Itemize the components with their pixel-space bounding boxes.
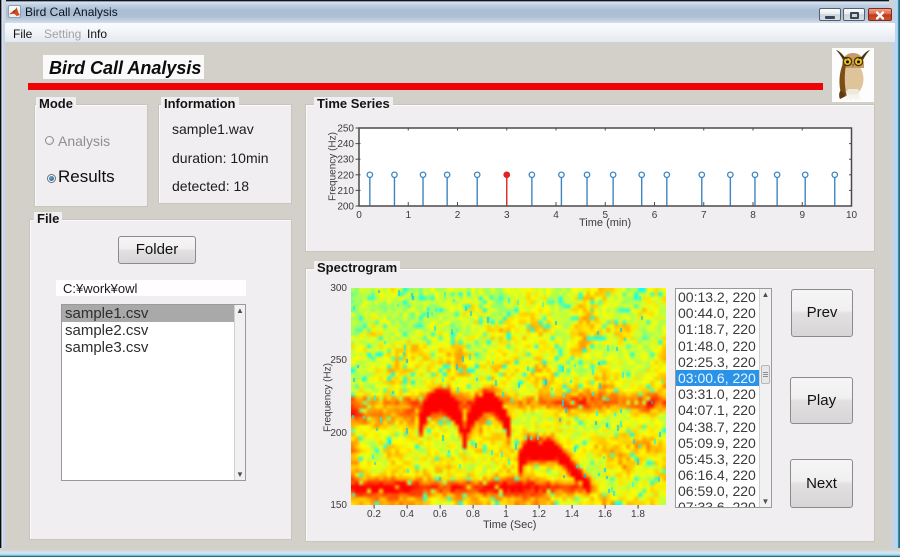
svg-text:9: 9 [799, 210, 805, 221]
svg-text:220: 220 [337, 170, 354, 181]
svg-text:10: 10 [846, 210, 858, 221]
svg-text:7: 7 [701, 210, 707, 221]
svg-text:4: 4 [553, 210, 559, 221]
svg-text:240: 240 [337, 139, 354, 150]
svg-text:250: 250 [337, 124, 354, 135]
svg-text:6: 6 [652, 210, 658, 221]
svg-text:210: 210 [337, 186, 354, 197]
svg-text:200: 200 [337, 202, 354, 213]
svg-text:8: 8 [750, 210, 756, 221]
svg-text:2: 2 [455, 210, 461, 221]
svg-text:0: 0 [356, 210, 362, 221]
svg-text:230: 230 [337, 155, 354, 166]
svg-text:3: 3 [504, 210, 510, 221]
svg-text:1: 1 [405, 210, 411, 221]
